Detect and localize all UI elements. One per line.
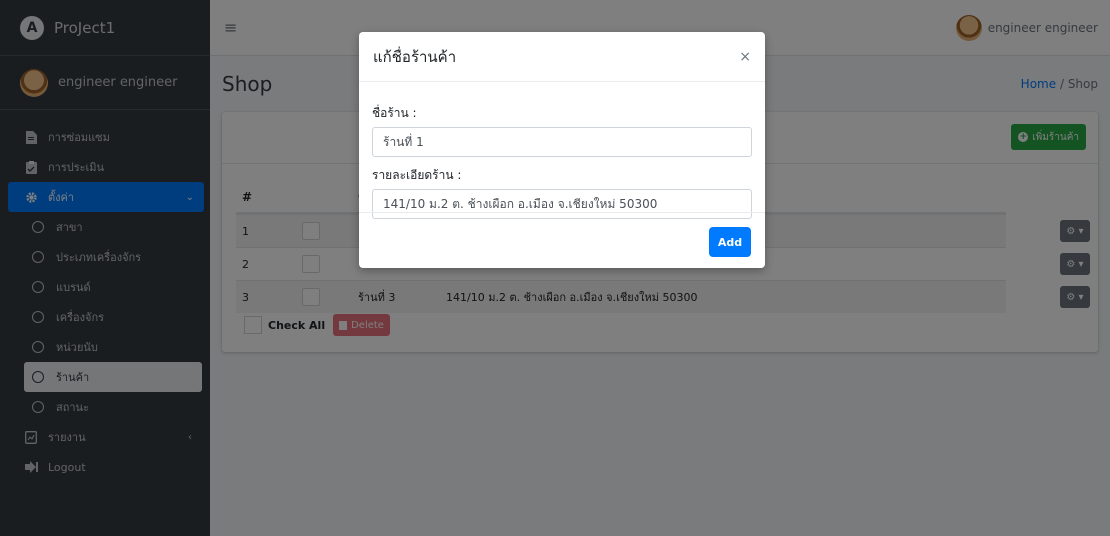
- shop-name-input[interactable]: ร้านที่ 1: [372, 127, 752, 157]
- shop-detail-label: รายละเอียดร้าน :: [372, 168, 462, 182]
- modal-footer: Add: [359, 212, 765, 268]
- edit-shop-modal: แก้ชื่อร้านค้า × ชื่อร้าน : ร้านที่ 1 รา…: [359, 32, 765, 268]
- shop-name-label: ชื่อร้าน :: [372, 106, 417, 120]
- modal-header: แก้ชื่อร้านค้า ×: [359, 32, 765, 82]
- close-icon[interactable]: ×: [739, 49, 751, 65]
- add-button[interactable]: Add: [709, 227, 751, 257]
- modal-body: ชื่อร้าน : ร้านที่ 1 รายละเอียดร้าน : 14…: [359, 82, 765, 219]
- modal-title: แก้ชื่อร้านค้า: [373, 47, 457, 66]
